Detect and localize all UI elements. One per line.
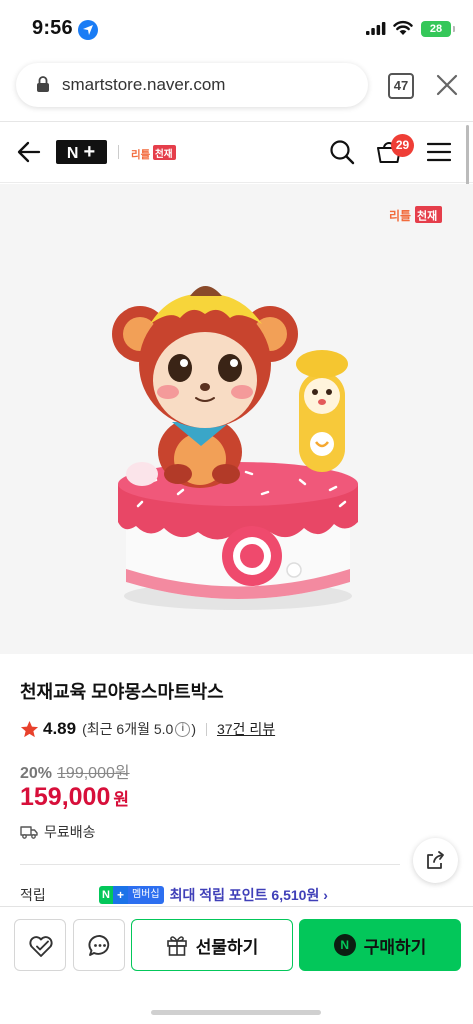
buy-button-label: 구매하기 bbox=[363, 937, 427, 957]
menu-icon[interactable] bbox=[426, 142, 452, 167]
header-divider bbox=[118, 145, 119, 159]
home-indicator bbox=[151, 1010, 321, 1015]
original-price: 199,000원 bbox=[57, 765, 130, 782]
shipping-row: 무료배송 bbox=[20, 822, 96, 842]
truck-icon bbox=[20, 826, 38, 839]
logo-plus: + bbox=[83, 141, 97, 163]
rating-row: 4.89 (최근 6개월 5.0 i ) 37건 리뷰 bbox=[20, 717, 275, 741]
svg-text:리틀: 리틀 bbox=[131, 148, 151, 161]
address-bar[interactable]: smartstore.naver.com bbox=[16, 63, 368, 107]
naver-plus-logo[interactable]: N + bbox=[56, 140, 107, 164]
product-illustration bbox=[112, 286, 358, 610]
share-icon bbox=[427, 851, 444, 869]
talk-button[interactable] bbox=[73, 919, 125, 971]
recent-rating: (최근 6개월 5.0 bbox=[82, 721, 174, 737]
wifi-icon bbox=[393, 20, 413, 41]
heart-check-icon bbox=[29, 936, 53, 957]
membership-badge-label: 멤버십 bbox=[127, 886, 164, 904]
membership-badge-plus: + bbox=[112, 886, 128, 904]
share-button[interactable] bbox=[413, 838, 458, 883]
membership-badge: N + 멤버십 bbox=[99, 886, 164, 904]
shipping-text: 무료배송 bbox=[44, 824, 96, 840]
wishlist-button[interactable] bbox=[14, 919, 66, 971]
sale-price-value: 159,000 bbox=[20, 783, 111, 811]
recent-rating-close: ) bbox=[191, 721, 196, 737]
discount-row: 20% 199,000원 bbox=[20, 759, 130, 783]
location-arrow-icon bbox=[78, 20, 98, 40]
back-arrow-icon[interactable] bbox=[17, 141, 41, 168]
product-title: 천재교육 모야몽스마트박스 bbox=[20, 682, 224, 702]
svg-text:천재: 천재 bbox=[155, 148, 172, 160]
close-icon[interactable] bbox=[436, 74, 458, 101]
url-text: smartstore.naver.com bbox=[62, 75, 226, 94]
bottom-action-bar: 선물하기 N 구매하기 bbox=[0, 906, 473, 1024]
sale-price: 159,000 원 bbox=[20, 783, 129, 812]
points-label: 적립 bbox=[20, 887, 46, 903]
gift-button[interactable]: 선물하기 bbox=[131, 919, 293, 971]
battery-icon: 28 bbox=[421, 21, 455, 37]
status-bar: 9:56 28 bbox=[0, 0, 473, 58]
store-logo[interactable]: 리틀 천재 bbox=[131, 142, 177, 167]
section-divider bbox=[20, 864, 400, 865]
points-row[interactable]: 적립 N + 멤버십 최대 적립 포인트 6,510원 › bbox=[20, 885, 460, 905]
gift-button-label: 선물하기 bbox=[195, 937, 259, 957]
star-icon bbox=[20, 720, 39, 737]
buy-button[interactable]: N 구매하기 bbox=[299, 919, 461, 971]
gift-icon bbox=[166, 936, 187, 956]
sale-price-unit: 원 bbox=[113, 790, 130, 809]
tabs-button[interactable]: 47 bbox=[388, 73, 414, 99]
logo-n: N bbox=[66, 145, 80, 162]
max-points-text[interactable]: 최대 적립 포인트 6,510원 › bbox=[170, 885, 328, 905]
membership-badge-n: N bbox=[99, 886, 113, 904]
info-icon[interactable]: i bbox=[175, 721, 191, 737]
cart-count-badge: 29 bbox=[391, 134, 414, 157]
rating-divider bbox=[205, 722, 207, 736]
product-image[interactable]: 리틀 천재 bbox=[0, 184, 473, 654]
lock-icon bbox=[36, 76, 50, 98]
chat-bubble-icon bbox=[88, 935, 110, 956]
rating-score: 4.89 bbox=[43, 719, 77, 738]
status-time: 9:56 bbox=[32, 17, 73, 39]
site-header: N + 리틀 천재 29 bbox=[0, 121, 473, 183]
search-icon[interactable] bbox=[329, 139, 355, 170]
naver-pay-icon: N bbox=[333, 934, 356, 956]
discount-rate: 20% bbox=[20, 765, 53, 782]
review-count-link[interactable]: 37건 리뷰 bbox=[217, 719, 275, 739]
cellular-signal-icon bbox=[366, 22, 386, 40]
